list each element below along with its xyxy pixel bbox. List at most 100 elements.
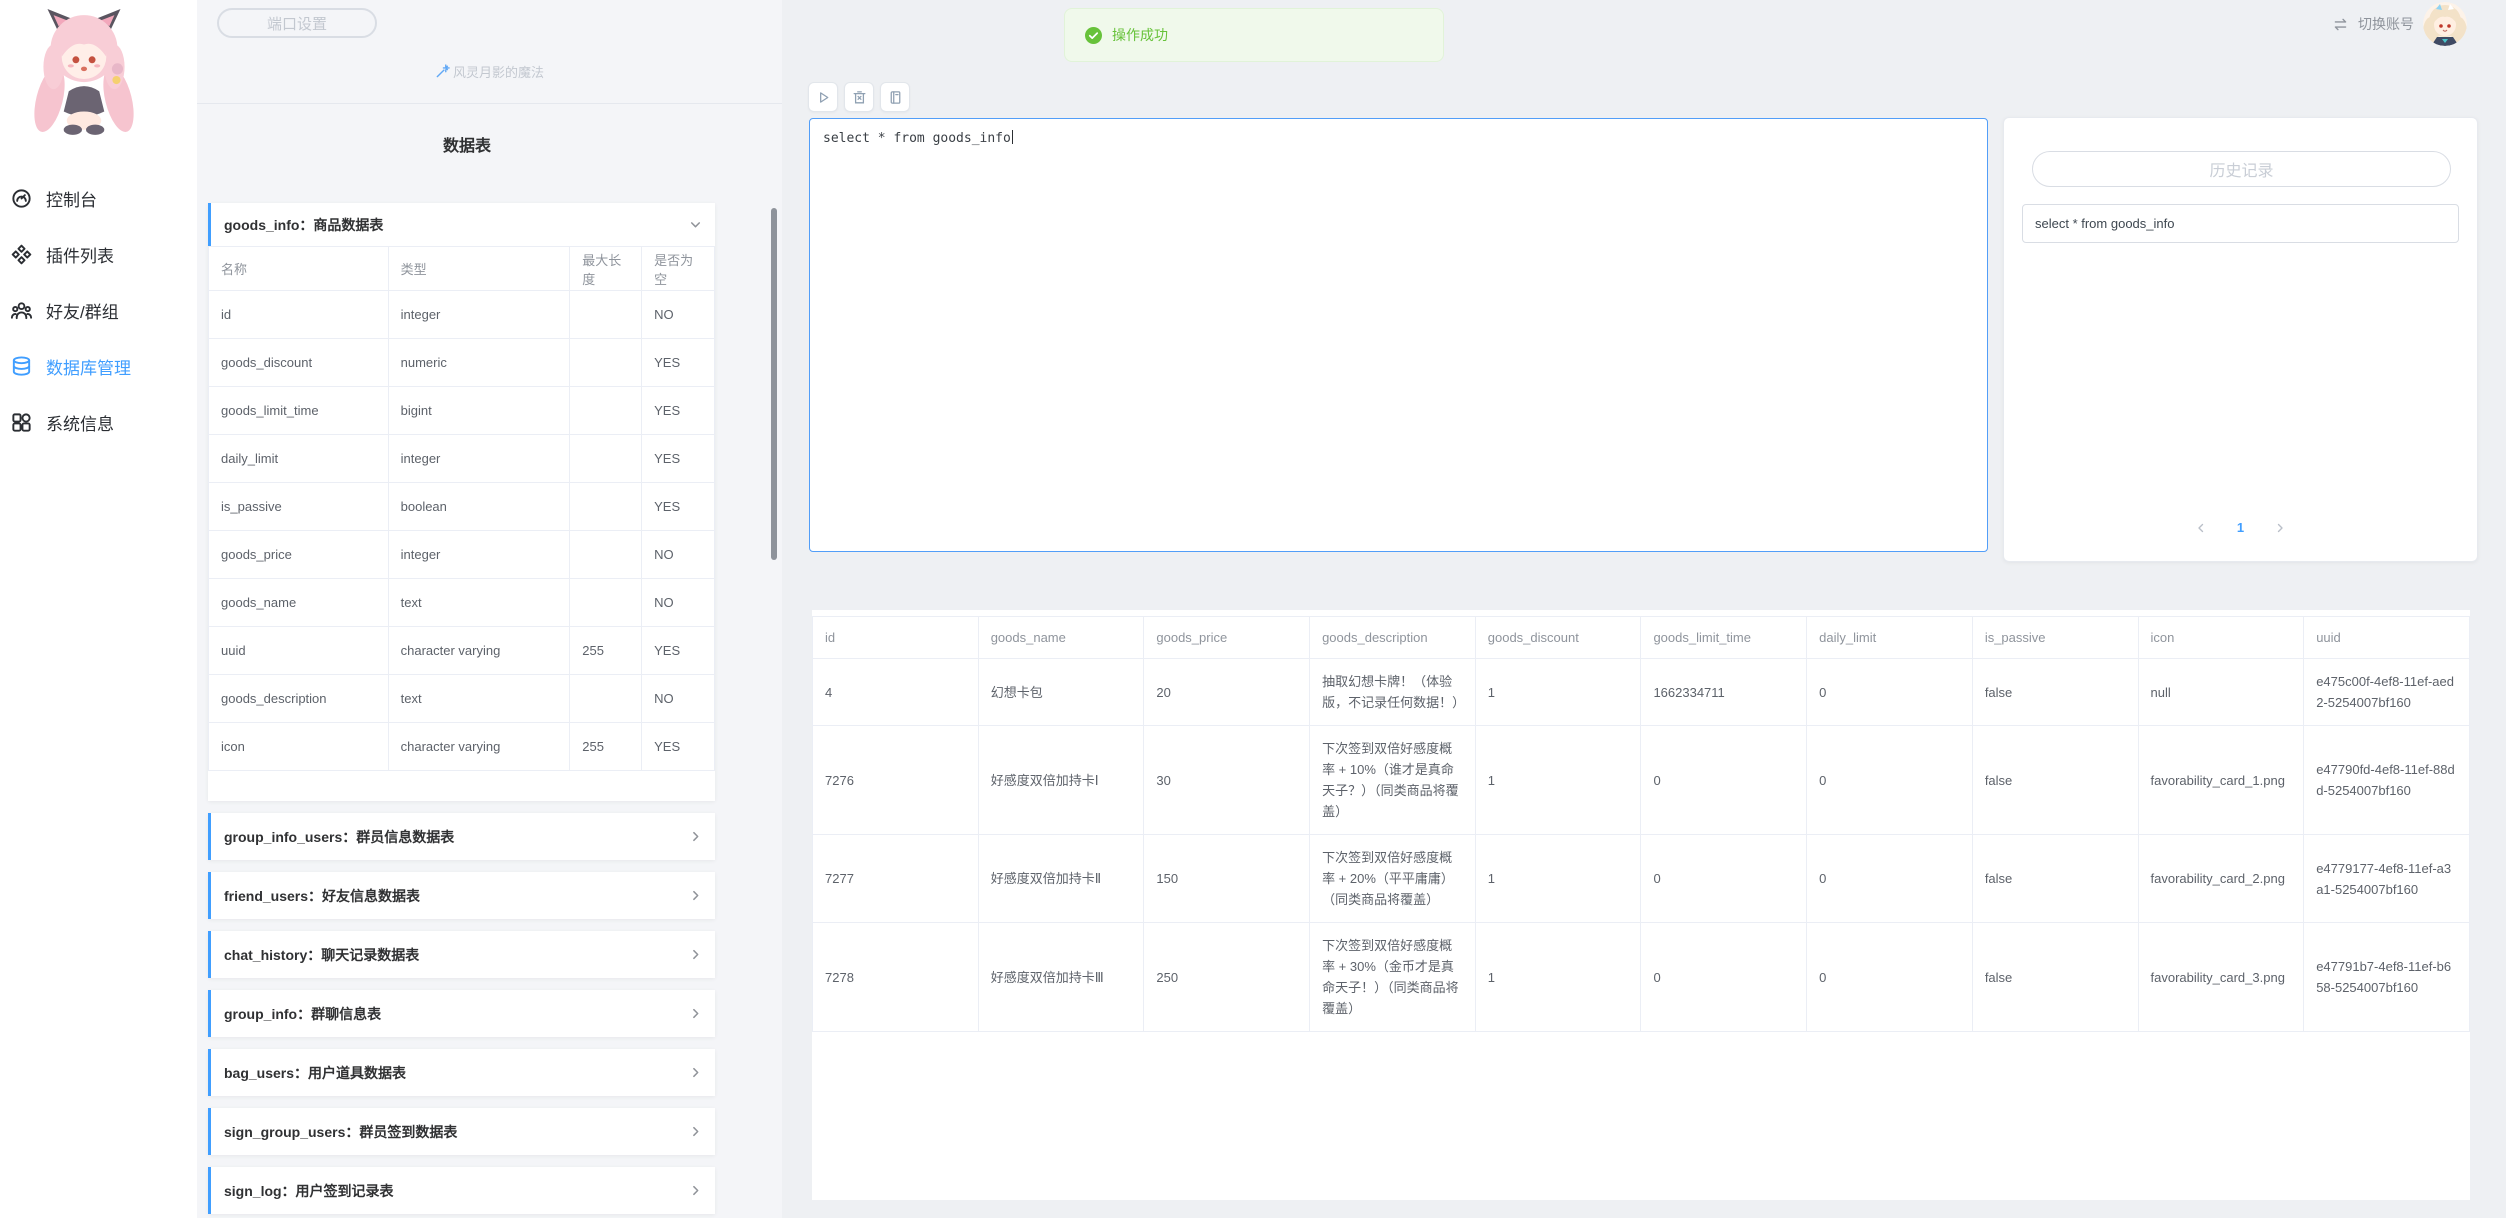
tables-panel: 端口设置 风灵月影的魔法 数据表 goods_info：商品数据表: [197, 0, 782, 1218]
history-title: 历史记录: [2032, 151, 2451, 187]
sidebar-item-plugins[interactable]: 插件列表: [0, 226, 197, 282]
clear-icon: [851, 89, 868, 106]
result-cell: 好感度双倍加持卡Ⅱ: [978, 835, 1144, 923]
table-card-friend-users[interactable]: friend_users：好友信息数据表: [208, 872, 715, 919]
friends-groups-icon: [10, 299, 33, 322]
table-card-sign-group-users[interactable]: sign_group_users：群员签到数据表: [208, 1108, 715, 1155]
schema-cell: [570, 579, 642, 627]
result-column-header: goods_discount: [1475, 617, 1641, 659]
schema-cell: YES: [642, 483, 715, 531]
schema-cell: goods_limit_time: [209, 387, 389, 435]
sidebar-item-label: 数据库管理: [46, 354, 131, 379]
schema-column-header: 类型: [388, 247, 570, 291]
schema-cell: [570, 435, 642, 483]
result-cell: 20: [1144, 659, 1310, 726]
history-item[interactable]: select * from goods_info: [2022, 204, 2459, 243]
schema-cell: is_passive: [209, 483, 389, 531]
result-cell: 好感度双倍加持卡Ⅲ: [978, 923, 1144, 1032]
chevron-left-icon: [2195, 522, 2207, 534]
journal-button[interactable]: [880, 82, 910, 112]
result-cell: 0: [1641, 923, 1807, 1032]
schema-cell: [570, 675, 642, 723]
sql-toolbar: [808, 82, 910, 112]
schema-cell: NO: [642, 531, 715, 579]
result-cell: false: [1972, 726, 2138, 835]
result-cell: 0: [1641, 726, 1807, 835]
result-cell: 0: [1807, 659, 1973, 726]
schema-cell: character varying: [388, 723, 570, 771]
journal-icon: [887, 89, 904, 106]
result-column-header: uuid: [2304, 617, 2470, 659]
run-query-button[interactable]: [808, 82, 838, 112]
user-avatar[interactable]: [2423, 2, 2467, 46]
table-card-group-info[interactable]: group_info：群聊信息表: [208, 990, 715, 1037]
panel-scrollbar-thumb[interactable]: [771, 208, 777, 560]
bot-avatar-image: [28, 6, 140, 148]
sidebar-item-database[interactable]: 数据库管理: [0, 338, 197, 394]
results-header-row: id goods_name goods_price goods_descript…: [813, 617, 2470, 659]
sql-query-text: select * from goods_info: [823, 131, 1011, 146]
schema-cell: [570, 387, 642, 435]
success-toast: 操作成功: [1064, 8, 1444, 62]
result-cell: 下次签到双倍好感度概率 + 30%（金币才是真命天子！）（同类商品将覆盖）: [1310, 923, 1476, 1032]
table-card-header-goods-info[interactable]: goods_info：商品数据表: [208, 203, 715, 246]
chevron-right-icon: [689, 948, 702, 961]
pagination-prev-button[interactable]: [2195, 522, 2207, 534]
result-cell: 150: [1144, 835, 1310, 923]
result-cell: 下次签到双倍好感度概率 + 20%（平平庸庸）（同类商品将覆盖）: [1310, 835, 1476, 923]
table-card-bag-users[interactable]: bag_users：用户道具数据表: [208, 1049, 715, 1096]
schema-cell: text: [388, 579, 570, 627]
tables-list: goods_info：商品数据表 名称 类型 最大长度 是否为空: [208, 203, 715, 1214]
schema-cell: [570, 531, 642, 579]
result-cell: 1: [1475, 726, 1641, 835]
result-cell: 0: [1807, 835, 1973, 923]
sidebar-item-system-info[interactable]: 系统信息: [0, 394, 197, 450]
table-card-group-info-users[interactable]: group_info_users：群员信息数据表: [208, 813, 715, 860]
sidebar-item-friends-groups[interactable]: 好友/群组: [0, 282, 197, 338]
result-cell: 30: [1144, 726, 1310, 835]
schema-cell: NO: [642, 675, 715, 723]
schema-row: is_passivebooleanYES: [209, 483, 715, 531]
table-card-title: chat_history：聊天记录数据表: [224, 945, 419, 965]
schema-cell: YES: [642, 339, 715, 387]
table-card-title: bag_users：用户道具数据表: [224, 1063, 406, 1083]
schema-cell: YES: [642, 435, 715, 483]
result-column-header: icon: [2138, 617, 2304, 659]
schema-cell: character varying: [388, 627, 570, 675]
schema-cell: YES: [642, 723, 715, 771]
port-settings-button[interactable]: 端口设置: [217, 8, 377, 38]
sql-editor[interactable]: select * from goods_info: [809, 118, 1988, 552]
watermark: 风灵月影的魔法: [435, 62, 544, 81]
sidebar-nav: 控制台 插件列表 好友/群组 数据库管理: [0, 170, 197, 450]
table-card-sign-log[interactable]: sign_log：用户签到记录表: [208, 1167, 715, 1214]
schema-cell: integer: [388, 531, 570, 579]
chevron-right-icon: [689, 889, 702, 902]
schema-cell: 255: [570, 627, 642, 675]
account-area: 切换账号: [2332, 0, 2467, 48]
chevron-right-icon: [689, 1066, 702, 1079]
switch-account-label[interactable]: 切换账号: [2358, 14, 2414, 34]
pagination-next-button[interactable]: [2274, 522, 2286, 534]
result-cell: e475c00f-4ef8-11ef-aed2-5254007bf160: [2304, 659, 2470, 726]
pagination-page-1[interactable]: 1: [2237, 520, 2244, 535]
table-card-chat-history[interactable]: chat_history：聊天记录数据表: [208, 931, 715, 978]
schema-row: goods_discountnumericYES: [209, 339, 715, 387]
result-cell: 250: [1144, 923, 1310, 1032]
schema-cell: bigint: [388, 387, 570, 435]
query-results-panel: id goods_name goods_price goods_descript…: [812, 610, 2470, 1200]
schema-column-header: 最大长度: [570, 247, 642, 291]
result-cell: false: [1972, 923, 2138, 1032]
app-root: 控制台 插件列表 好友/群组 数据库管理: [0, 0, 2506, 1218]
schema-cell: id: [209, 291, 389, 339]
result-column-header: goods_price: [1144, 617, 1310, 659]
result-cell: 1662334711: [1641, 659, 1807, 726]
tables-heading: 数据表: [197, 132, 737, 156]
clear-query-button[interactable]: [844, 82, 874, 112]
schema-cell: uuid: [209, 627, 389, 675]
schema-cell: goods_price: [209, 531, 389, 579]
schema-row: goods_limit_timebigintYES: [209, 387, 715, 435]
schema-cell: NO: [642, 579, 715, 627]
sidebar-item-console[interactable]: 控制台: [0, 170, 197, 226]
watermark-text: 风灵月影的魔法: [453, 62, 544, 81]
text-caret: [1012, 130, 1013, 144]
